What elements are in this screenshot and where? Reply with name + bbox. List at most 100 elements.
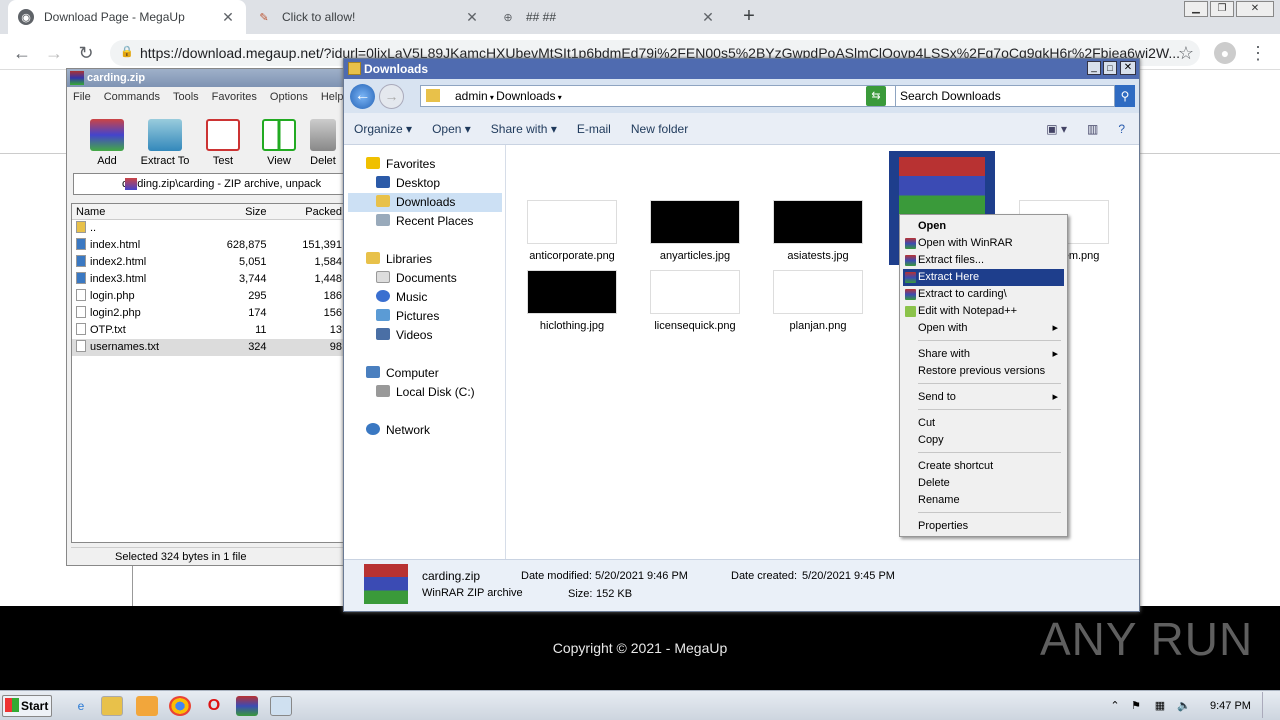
- nav-network[interactable]: Network: [366, 421, 430, 440]
- nav-computer[interactable]: Computer: [366, 364, 439, 383]
- menu-item-extract-to-carding[interactable]: Extract to carding\: [903, 286, 1064, 303]
- back-icon[interactable]: ←: [10, 41, 34, 65]
- share-with-menu[interactable]: Share with ▾: [481, 122, 567, 136]
- nav-libraries[interactable]: Libraries: [366, 250, 432, 269]
- tab-hash[interactable]: ⊕ ## ## ✕: [490, 0, 726, 34]
- explorer-taskbar-icon[interactable]: [101, 696, 123, 716]
- breadcrumb-downloads[interactable]: Downloads: [496, 89, 555, 103]
- notepad-icon[interactable]: [270, 696, 292, 716]
- nav-desktop[interactable]: Desktop: [376, 174, 440, 193]
- table-row[interactable]: index2.html 5,051 1,584: [72, 254, 344, 271]
- close-tab-icon[interactable]: ✕: [700, 9, 716, 26]
- menu-commands[interactable]: Commands: [104, 91, 160, 103]
- table-row[interactable]: login2.php 174 156: [72, 305, 344, 322]
- file-label[interactable]: anyarticles.jpg: [635, 250, 755, 262]
- network-tray-icon[interactable]: ▦: [1152, 696, 1168, 716]
- menu-item-copy[interactable]: Copy: [903, 432, 1064, 449]
- file-thumbnail[interactable]: [650, 200, 740, 244]
- opera-icon[interactable]: O: [203, 696, 225, 716]
- nav-videos[interactable]: Videos: [376, 326, 432, 345]
- preview-pane-icon[interactable]: ▥: [1077, 122, 1108, 136]
- organize-menu[interactable]: Organize ▾: [344, 122, 422, 136]
- breadcrumb[interactable]: admin ▾ Downloads ▾: [420, 85, 920, 107]
- forward-icon[interactable]: →: [379, 84, 404, 109]
- nav-music[interactable]: Music: [376, 288, 427, 307]
- action-center-icon[interactable]: ⚑: [1128, 696, 1144, 716]
- profile-avatar[interactable]: ●: [1214, 42, 1236, 64]
- menu-item-edit-with-notepad[interactable]: Edit with Notepad++: [903, 303, 1064, 320]
- table-row[interactable]: ..: [72, 220, 344, 237]
- archive-path[interactable]: carding.zip\carding - ZIP archive, unpac…: [73, 173, 345, 195]
- table-row[interactable]: index3.html 3,744 1,448: [72, 271, 344, 288]
- delete-button[interactable]: Delet: [303, 119, 343, 167]
- tray-arrow-icon[interactable]: ⌃: [1108, 696, 1122, 716]
- search-icon[interactable]: ⚲: [1115, 85, 1135, 107]
- menu-file[interactable]: File: [73, 91, 91, 103]
- menu-item-restore-previous-versions[interactable]: Restore previous versions: [903, 363, 1064, 380]
- tab-click-to-allow[interactable]: ✎ Click to allow! ✕: [246, 0, 490, 34]
- back-icon[interactable]: ←: [350, 84, 375, 109]
- table-row[interactable]: OTP.txt 11 13: [72, 322, 344, 339]
- open-menu[interactable]: Open ▾: [422, 122, 481, 136]
- menu-item-create-shortcut[interactable]: Create shortcut: [903, 458, 1064, 475]
- clock[interactable]: 9:47 PM: [1210, 700, 1251, 712]
- menu-item-properties[interactable]: Properties: [903, 518, 1064, 535]
- menu-item-open-with[interactable]: Open with ▸: [903, 320, 1064, 337]
- table-row[interactable]: login.php 295 186: [72, 288, 344, 305]
- extract-to-button[interactable]: Extract To: [135, 119, 195, 167]
- search-input[interactable]: Search Downloads: [895, 85, 1115, 107]
- help-icon[interactable]: ?: [1108, 122, 1139, 136]
- restore-button[interactable]: ❐: [1210, 1, 1234, 17]
- email-button[interactable]: E-mail: [567, 122, 621, 136]
- ie-icon[interactable]: e: [70, 696, 92, 716]
- menu-item-cut[interactable]: Cut: [903, 415, 1064, 432]
- file-thumbnail[interactable]: [650, 270, 740, 314]
- minimize-button[interactable]: ▁: [1184, 1, 1208, 17]
- menu-item-rename[interactable]: Rename: [903, 492, 1064, 509]
- menu-options[interactable]: Options: [270, 91, 308, 103]
- file-thumbnail[interactable]: [527, 270, 617, 314]
- winrar-taskbar-icon[interactable]: [236, 696, 258, 716]
- menu-tools[interactable]: Tools: [173, 91, 199, 103]
- menu-item-send-to[interactable]: Send to ▸: [903, 389, 1064, 406]
- file-thumbnail[interactable]: [527, 200, 617, 244]
- file-label[interactable]: asiatests.jpg: [758, 250, 878, 262]
- column-size[interactable]: Size: [191, 204, 270, 219]
- new-tab-button[interactable]: +: [738, 5, 760, 27]
- close-tab-icon[interactable]: ✕: [464, 9, 480, 26]
- column-packed[interactable]: Packed: [271, 204, 344, 219]
- nav-recent-places[interactable]: Recent Places: [376, 212, 473, 231]
- file-label[interactable]: planjan.png: [758, 320, 878, 332]
- table-row[interactable]: usernames.txt 324 98: [72, 339, 344, 356]
- menu-icon[interactable]: ⋮: [1246, 41, 1270, 65]
- maximize-button[interactable]: □: [1103, 61, 1117, 75]
- view-button[interactable]: View: [249, 119, 309, 167]
- reload-icon[interactable]: ↻: [74, 41, 98, 65]
- forward-icon[interactable]: →: [42, 41, 66, 65]
- menu-item-extract-here[interactable]: Extract Here: [903, 269, 1064, 286]
- nav-pictures[interactable]: Pictures: [376, 307, 439, 326]
- show-desktop-button[interactable]: [1262, 692, 1276, 718]
- file-label[interactable]: licensequick.png: [635, 320, 755, 332]
- table-row[interactable]: index.html 628,875 151,391: [72, 237, 344, 254]
- menu-item-extract-files[interactable]: Extract files...: [903, 252, 1064, 269]
- column-name[interactable]: Name: [72, 204, 191, 219]
- close-button[interactable]: ✕: [1120, 61, 1136, 75]
- file-label[interactable]: hiclothing.jpg: [512, 320, 632, 332]
- chrome-icon[interactable]: [169, 696, 191, 716]
- view-options-icon[interactable]: ▣ ▾: [1036, 122, 1077, 136]
- nav-local-disk[interactable]: Local Disk (C:): [376, 383, 475, 402]
- volume-icon[interactable]: 🔈: [1176, 696, 1192, 716]
- breadcrumb-admin[interactable]: admin: [455, 89, 488, 103]
- nav-favorites[interactable]: Favorites: [366, 155, 435, 174]
- refresh-icon[interactable]: ⇆: [866, 86, 886, 106]
- menu-item-share-with[interactable]: Share with ▸: [903, 346, 1064, 363]
- test-button[interactable]: Test: [193, 119, 253, 167]
- close-tab-icon[interactable]: ✕: [220, 9, 236, 26]
- file-thumbnail[interactable]: [773, 200, 863, 244]
- add-button[interactable]: Add: [77, 119, 137, 167]
- menu-item-open-with-winrar[interactable]: Open with WinRAR: [903, 235, 1064, 252]
- file-label[interactable]: anticorporate.png: [512, 250, 632, 262]
- menu-item-delete[interactable]: Delete: [903, 475, 1064, 492]
- nav-downloads[interactable]: Downloads: [348, 193, 502, 212]
